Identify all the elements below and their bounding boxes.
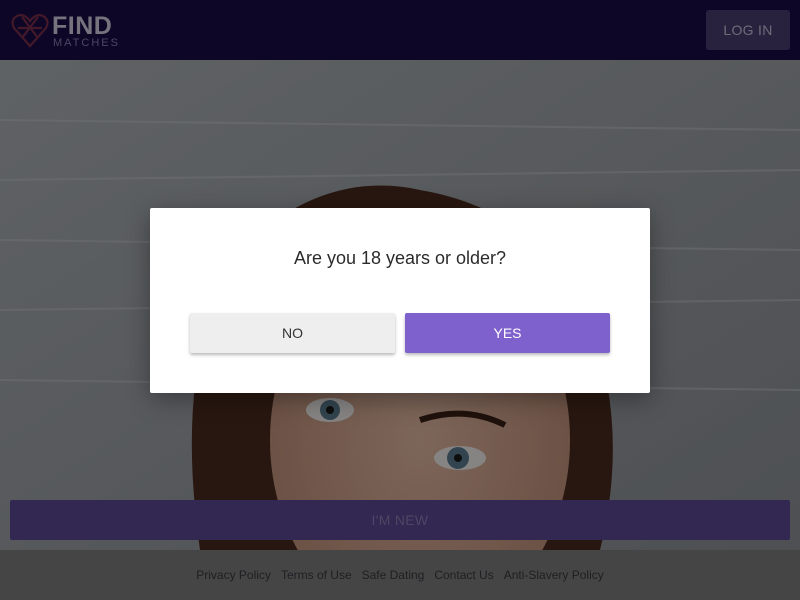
no-button[interactable]: NO xyxy=(190,313,395,353)
yes-button[interactable]: YES xyxy=(405,313,610,353)
age-question: Are you 18 years or older? xyxy=(293,248,507,268)
age-verification-dialog: Are you 18 years or older? NO YES xyxy=(150,208,650,393)
